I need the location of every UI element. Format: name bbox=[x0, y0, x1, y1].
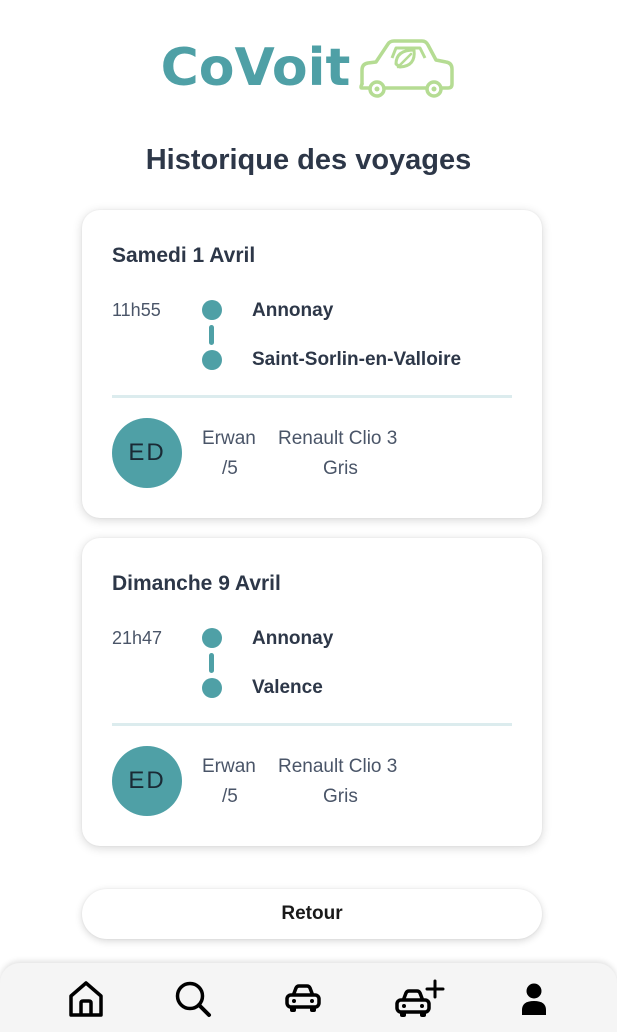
arrival-dot-icon bbox=[202, 678, 222, 698]
departure-dot-icon bbox=[202, 628, 222, 648]
bottom-nav bbox=[0, 963, 617, 1032]
add-car-icon bbox=[395, 979, 445, 1017]
page-title: Historique des voyages bbox=[145, 144, 472, 176]
departure-dot-icon bbox=[202, 300, 222, 320]
trip-arrival: Saint-Sorlin-en-Valloire bbox=[252, 349, 462, 370]
nav-item-home[interactable] bbox=[64, 977, 108, 1021]
car-color: Gris bbox=[323, 458, 358, 479]
trip-time: 21h47 bbox=[112, 628, 163, 648]
nav-item-my-trips[interactable] bbox=[281, 977, 325, 1021]
card-divider bbox=[112, 395, 512, 398]
nav-item-add-trip[interactable] bbox=[392, 977, 448, 1021]
card-divider bbox=[112, 723, 512, 726]
logo-text: CoVoit bbox=[160, 38, 351, 98]
trip-time: 11h55 bbox=[112, 300, 161, 320]
car-icon bbox=[285, 984, 321, 1012]
car-color: Gris bbox=[323, 786, 358, 807]
app-logo[interactable]: CoVoit bbox=[0, 36, 617, 100]
car-model: Renault Clio 3 bbox=[278, 428, 398, 449]
nav-item-search[interactable] bbox=[171, 977, 215, 1021]
route-line bbox=[209, 653, 214, 673]
driver-name: Erwan bbox=[202, 756, 256, 777]
driver-name: Erwan bbox=[202, 428, 256, 449]
driver-avatar: ED bbox=[112, 418, 182, 488]
driver-rating: /5 bbox=[222, 786, 238, 807]
trip-date: Dimanche 9 Avril bbox=[112, 572, 281, 595]
car-model: Renault Clio 3 bbox=[278, 756, 398, 777]
trip-arrival: Valence bbox=[252, 677, 323, 698]
search-icon bbox=[175, 981, 211, 1017]
back-button[interactable]: Retour bbox=[82, 889, 542, 939]
trip-card[interactable]: Samedi 1 Avril 11h55 Annonay Saint-Sorli… bbox=[82, 210, 542, 518]
user-icon bbox=[522, 983, 546, 1015]
nav-item-profile[interactable] bbox=[512, 977, 556, 1021]
trip-card[interactable]: Dimanche 9 Avril 21h47 Annonay Valence E… bbox=[82, 538, 542, 846]
driver-avatar: ED bbox=[112, 746, 182, 816]
route-line bbox=[209, 325, 214, 345]
driver-rating: /5 bbox=[222, 458, 238, 479]
arrival-dot-icon bbox=[202, 350, 222, 370]
trip-date: Samedi 1 Avril bbox=[112, 244, 256, 267]
trip-departure: Annonay bbox=[252, 300, 334, 321]
trip-departure: Annonay bbox=[252, 628, 334, 649]
eco-car-icon bbox=[359, 39, 455, 98]
home-icon bbox=[69, 981, 103, 1017]
